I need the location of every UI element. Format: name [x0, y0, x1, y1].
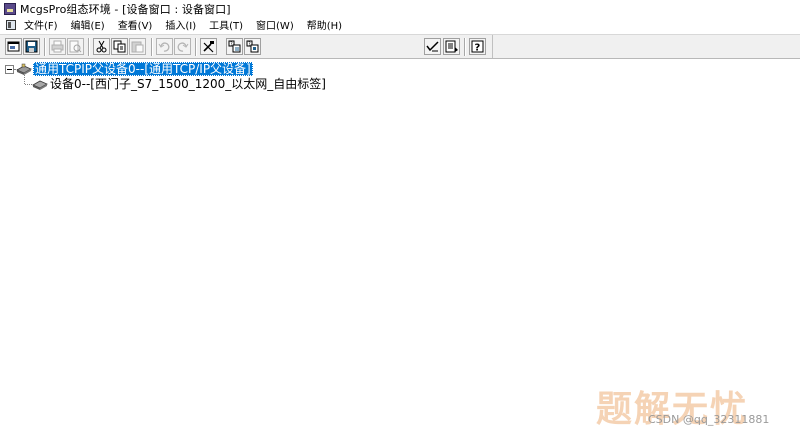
- title-bar: McgsPro组态环境 - [设备窗口 : 设备窗口]: [0, 0, 800, 17]
- menu-insert[interactable]: 插入(I): [165, 17, 196, 32]
- device-tools-button[interactable]: [200, 38, 217, 55]
- menu-view[interactable]: 查看(V): [118, 17, 153, 32]
- tree-collapse-toggle[interactable]: [5, 65, 14, 74]
- menu-file[interactable]: 文件(F): [24, 17, 58, 32]
- tree-node-child-device[interactable]: 设备0--[西门子_S7_1500_1200_以太网_自由标签]: [32, 76, 327, 91]
- tree-node-parent-device[interactable]: 通用TCPIP父设备0--[通用TCP/IP父设备]: [16, 61, 253, 76]
- menu-help[interactable]: 帮助(H): [307, 17, 342, 32]
- device-properties-button[interactable]: ?: [226, 38, 243, 55]
- device-parent-icon: [16, 63, 32, 75]
- check-icon: [426, 41, 439, 52]
- print-preview-icon: [69, 40, 82, 53]
- device-properties-icon: ?: [228, 40, 241, 53]
- watermark-csdn: CSDN @qq_32311881: [648, 413, 770, 426]
- list-icon: [445, 40, 458, 53]
- paste-icon: [131, 41, 144, 53]
- copy-icon: [113, 40, 126, 53]
- window-title: McgsPro组态环境 - [设备窗口 : 设备窗口]: [20, 2, 231, 16]
- redo-icon: [177, 42, 189, 52]
- device-config-button[interactable]: ?: [244, 38, 261, 55]
- tree-node-child-label[interactable]: 设备0--[西门子_S7_1500_1200_以太网_自由标签]: [49, 77, 327, 91]
- save-button[interactable]: [23, 38, 40, 55]
- toolbar-separator: [88, 38, 89, 56]
- undo-icon: [158, 42, 170, 52]
- document-window-icon[interactable]: [6, 19, 16, 30]
- device-child-icon: [32, 80, 48, 90]
- device-tools-icon: [203, 41, 214, 53]
- help-icon: ?: [471, 40, 484, 53]
- paste-button[interactable]: [129, 38, 146, 55]
- tree-connector: [25, 84, 32, 85]
- toolbar-divider: [492, 35, 493, 58]
- svg-text:?: ?: [475, 43, 481, 54]
- cut-button[interactable]: [93, 38, 110, 55]
- toolbar: ? ? ?: [0, 34, 800, 59]
- toolbar-separator: [464, 38, 465, 56]
- tree-connector: [24, 75, 25, 84]
- menu-bar: 文件(F) 编辑(E) 查看(V) 插入(I) 工具(T) 窗口(W) 帮助(H…: [0, 17, 800, 32]
- menu-tools[interactable]: 工具(T): [209, 17, 243, 32]
- tree-node-parent-label[interactable]: 通用TCPIP父设备0--[通用TCP/IP父设备]: [33, 61, 253, 76]
- list-button[interactable]: [443, 38, 460, 55]
- toolbar-separator: [44, 38, 45, 56]
- toolbar-separator: [195, 38, 196, 56]
- menu-window[interactable]: 窗口(W): [256, 17, 294, 32]
- save-icon: [25, 40, 38, 53]
- print-preview-button[interactable]: [67, 38, 84, 55]
- mcgs-app-icon[interactable]: [4, 2, 16, 15]
- check-button[interactable]: [424, 38, 441, 55]
- open-window-icon: [7, 41, 20, 52]
- open-window-button[interactable]: [5, 38, 22, 55]
- copy-button[interactable]: [111, 38, 128, 55]
- print-icon: [51, 40, 64, 53]
- help-button[interactable]: ?: [469, 38, 486, 55]
- toolbar-separator: [151, 38, 152, 56]
- menu-edit[interactable]: 编辑(E): [71, 17, 105, 32]
- cut-icon: [96, 40, 107, 53]
- print-button[interactable]: [49, 38, 66, 55]
- redo-button[interactable]: [174, 38, 191, 55]
- device-config-icon: ?: [246, 40, 259, 53]
- undo-button[interactable]: [156, 38, 173, 55]
